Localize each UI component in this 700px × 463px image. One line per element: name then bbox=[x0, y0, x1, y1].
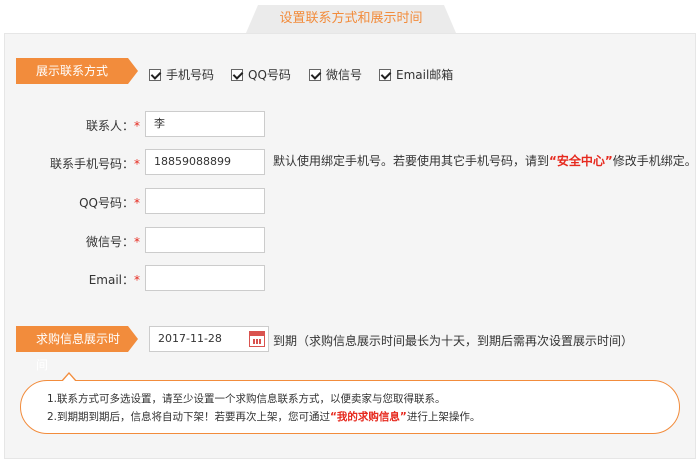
contact-label-text: 联系人： bbox=[85, 119, 134, 133]
expiry-date-value: 2017-11-28 bbox=[158, 332, 222, 345]
expiry-date-input[interactable]: 2017-11-28 bbox=[149, 326, 269, 352]
expiry-note: 到期（求购信息展示时间最长为十天，到期后需再次设置展示时间） bbox=[273, 334, 634, 348]
phone-input[interactable]: 18859088899 bbox=[145, 149, 265, 175]
email-input[interactable] bbox=[145, 265, 265, 291]
checkbox-email[interactable]: Email邮箱 bbox=[379, 66, 453, 83]
page-title: 设置联系方式和展示时间 bbox=[246, 5, 456, 33]
checkbox-qq-label: QQ号码 bbox=[248, 68, 291, 82]
wechat-label: 微信号：* bbox=[86, 233, 140, 250]
checkbox-checked-icon bbox=[149, 68, 161, 81]
notice-box: 1.联系方式可多选设置，请至少设置一个求购信息联系方式，以便卖家与您取得联系。 … bbox=[20, 372, 680, 434]
checkbox-phone-label: 手机号码 bbox=[166, 68, 215, 82]
checkbox-checked-icon bbox=[309, 68, 321, 81]
wechat-label-text: 微信号： bbox=[85, 235, 134, 249]
required-mark: * bbox=[134, 235, 140, 249]
qq-input[interactable] bbox=[145, 188, 265, 214]
checkbox-wechat[interactable]: 微信号 bbox=[309, 66, 362, 83]
notice-line-2-end: 进行上架操作。 bbox=[406, 411, 481, 423]
checkbox-wechat-label: 微信号 bbox=[326, 68, 363, 82]
wechat-input[interactable] bbox=[145, 227, 265, 253]
phone-hint-text: 默认使用绑定手机号。若要使用其它手机号码，请到 bbox=[273, 154, 550, 168]
notice-line-1: 1.联系方式可多选设置，请至少设置一个求购信息联系方式，以便卖家与您取得联系。 bbox=[47, 393, 446, 405]
checkbox-phone[interactable]: 手机号码 bbox=[149, 66, 214, 83]
phone-hint-text-end: 修改手机绑定。 bbox=[612, 154, 697, 168]
required-mark: * bbox=[134, 119, 140, 133]
required-mark: * bbox=[134, 157, 140, 171]
notice-line-2-text: 2.到期期到期后，信息将自动下架！若要再次上架，您可通过 bbox=[47, 411, 331, 423]
display-contact-ribbon: 展示联系方式 bbox=[16, 58, 138, 84]
qq-label: QQ号码：* bbox=[79, 194, 140, 211]
phone-label-text: 联系手机号码： bbox=[49, 157, 134, 171]
checkbox-email-label: Email邮箱 bbox=[396, 68, 454, 82]
contact-input[interactable]: 李 bbox=[145, 111, 265, 137]
display-time-ribbon: 求购信息展示时间 bbox=[16, 326, 138, 372]
checkbox-checked-icon bbox=[231, 68, 243, 81]
phone-hint: 默认使用绑定手机号。若要使用其它手机号码，请到“安全中心”修改手机绑定。 bbox=[273, 152, 697, 169]
email-label: Email：* bbox=[89, 271, 140, 288]
email-label-text: Email： bbox=[88, 273, 134, 287]
calendar-icon[interactable] bbox=[249, 331, 265, 347]
checkbox-checked-icon bbox=[379, 68, 391, 81]
my-purchase-info-link[interactable]: “我的求购信息” bbox=[330, 411, 407, 423]
phone-label: 联系手机号码：* bbox=[50, 155, 140, 172]
required-mark: * bbox=[134, 196, 140, 210]
required-mark: * bbox=[134, 273, 140, 287]
contact-label: 联系人：* bbox=[86, 117, 140, 134]
checkbox-qq[interactable]: QQ号码 bbox=[231, 66, 291, 83]
qq-label-text: QQ号码： bbox=[79, 196, 134, 210]
security-center-link[interactable]: “安全中心” bbox=[549, 154, 613, 168]
notice-line-2: 2.到期期到期后，信息将自动下架！若要再次上架，您可通过“我的求购信息”进行上架… bbox=[47, 408, 653, 426]
